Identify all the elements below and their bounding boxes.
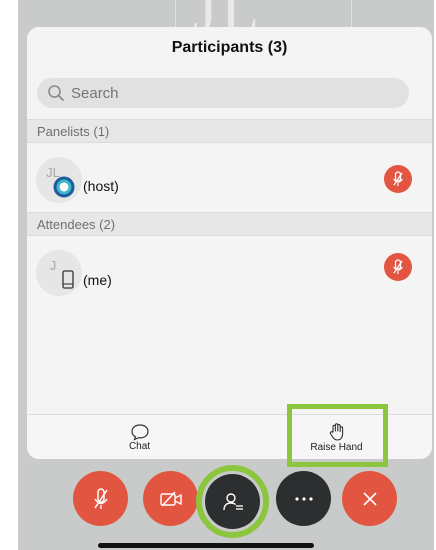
close-icon bbox=[362, 491, 377, 506]
more-dots-icon bbox=[294, 496, 313, 501]
mic-muted-icon bbox=[93, 487, 108, 509]
screenshot-frame: JL Participants (3) Panelists (1) JL (ho… bbox=[0, 0, 436, 550]
device-phone-icon bbox=[62, 270, 74, 289]
raise-hand-highlight bbox=[287, 404, 388, 467]
search-input[interactable] bbox=[71, 84, 371, 102]
section-header-panelists: Panelists (1) bbox=[27, 119, 432, 143]
participant-row-host[interactable]: JL (host) bbox=[27, 144, 432, 214]
participants-panel: Participants (3) Panelists (1) JL (host) bbox=[27, 27, 432, 459]
home-indicator bbox=[98, 543, 314, 548]
tab-chat-label: Chat bbox=[128, 441, 151, 452]
participant-row-me[interactable]: J (me) bbox=[27, 237, 432, 307]
search-bar[interactable] bbox=[37, 78, 409, 108]
chat-bubble-icon bbox=[130, 424, 149, 441]
participant-name: (me) bbox=[83, 272, 112, 288]
participants-button[interactable] bbox=[205, 474, 260, 529]
mute-participant-button[interactable] bbox=[384, 165, 412, 193]
host-badge-icon bbox=[53, 176, 75, 198]
mute-button[interactable] bbox=[73, 471, 128, 526]
participants-icon bbox=[222, 492, 243, 510]
mic-muted-icon bbox=[393, 259, 403, 274]
panel-title: Participants (3) bbox=[171, 39, 288, 56]
more-button[interactable] bbox=[276, 471, 331, 526]
section-header-attendees: Attendees (2) bbox=[27, 212, 432, 236]
search-icon bbox=[48, 85, 64, 101]
mute-participant-button[interactable] bbox=[384, 253, 412, 281]
avatar: J bbox=[36, 250, 82, 296]
leave-button[interactable] bbox=[342, 471, 397, 526]
participant-name: (host) bbox=[83, 178, 119, 194]
mic-muted-icon bbox=[393, 171, 403, 186]
tab-chat[interactable]: Chat bbox=[92, 415, 187, 459]
video-button[interactable] bbox=[143, 471, 198, 526]
background-line bbox=[351, 0, 352, 30]
avatar-initials: J bbox=[49, 257, 57, 273]
meeting-toolbar bbox=[0, 465, 436, 550]
video-off-icon bbox=[159, 491, 182, 506]
background-line bbox=[175, 0, 176, 30]
